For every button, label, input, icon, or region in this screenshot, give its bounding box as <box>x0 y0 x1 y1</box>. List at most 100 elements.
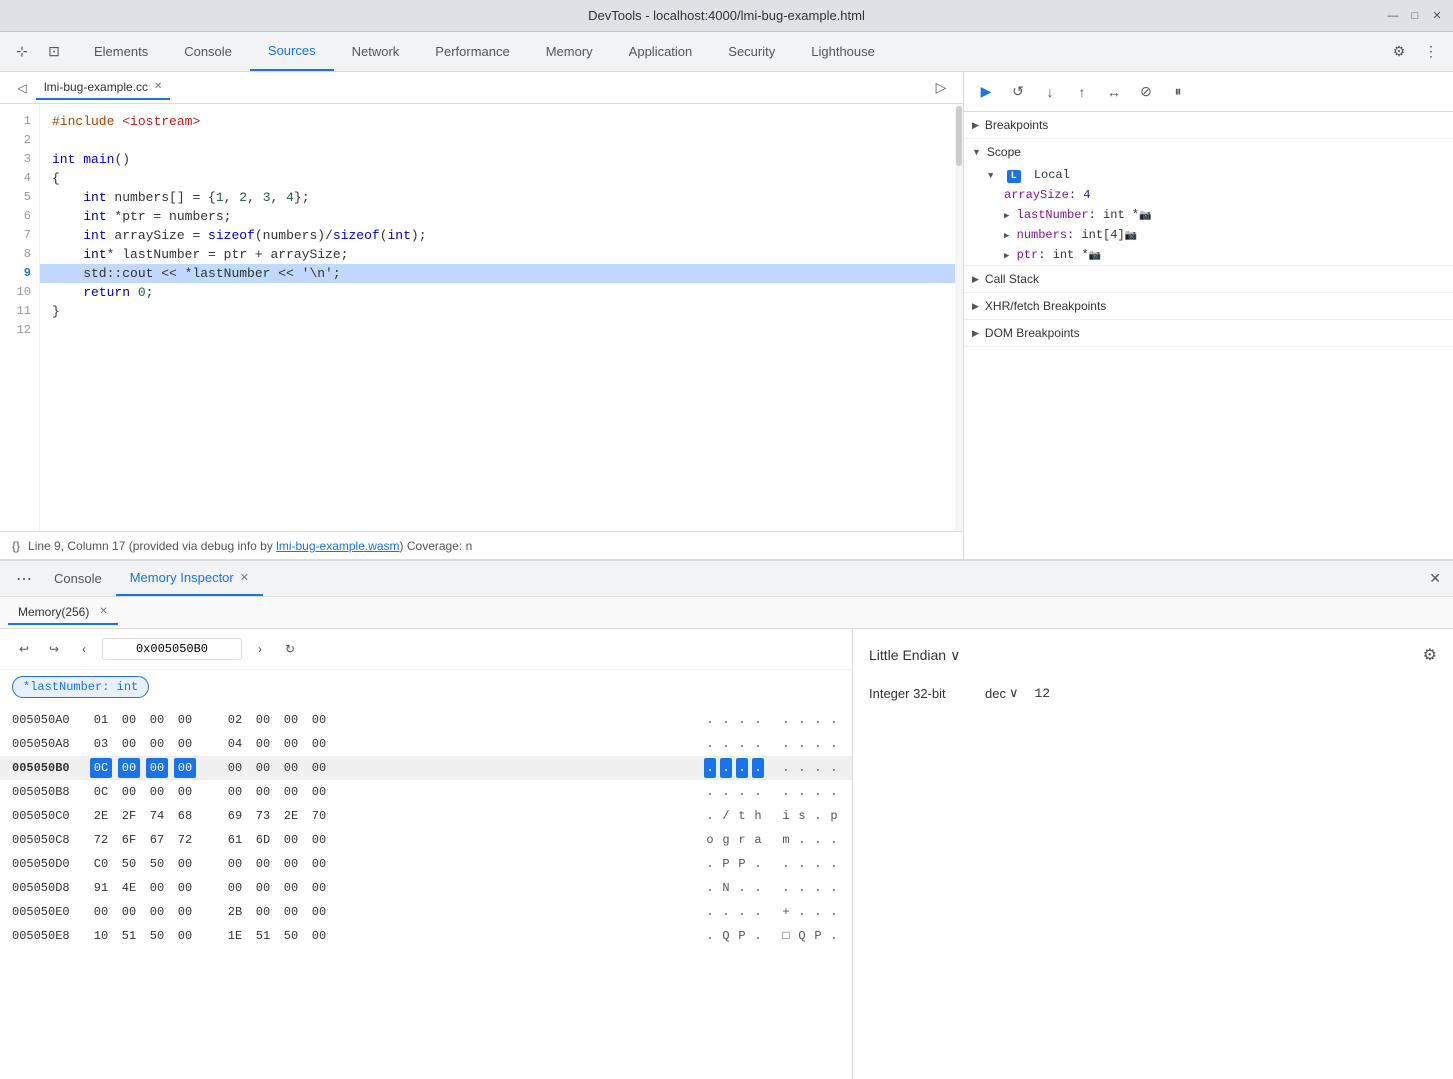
file-tab-name: lmi-bug-example.cc <box>44 80 148 94</box>
status-bar: {} Line 9, Column 17 (provided via debug… <box>0 531 963 559</box>
devtools-container: ⊹ ⊡ Elements Console Sources Network Per… <box>0 32 1453 1079</box>
deactivate-button[interactable]: ⊘ <box>1132 78 1160 106</box>
more-options-icon[interactable]: ⋮ <box>1417 38 1445 66</box>
callstack-triangle: ▶ <box>972 274 979 285</box>
bottom-panel: ⋯ Console Memory Inspector ✕ ✕ Memory(25… <box>0 559 1453 1079</box>
tab-lighthouse[interactable]: Lighthouse <box>793 32 893 71</box>
step-into-button[interactable]: ↓ <box>1036 78 1064 106</box>
dom-header[interactable]: ▶ DOM Breakpoints <box>964 320 1453 346</box>
mem-chars-c8: o g r a m . . . <box>692 830 852 850</box>
close-button[interactable]: ✕ <box>1429 8 1445 24</box>
mem-badge-container: *lastNumber: int <box>0 670 852 704</box>
mobile-icon[interactable]: ⊡ <box>40 38 68 66</box>
mem-addr-c0: 005050C0 <box>0 806 90 826</box>
tab-network[interactable]: Network <box>334 32 418 71</box>
mem-prev-button[interactable]: ‹ <box>72 637 96 661</box>
settings-icon[interactable]: ⚙ <box>1385 38 1413 66</box>
memory-tab-close[interactable]: ✕ <box>99 606 107 617</box>
code-line-9: std::cout << *lastNumber << '\n'; <box>40 264 955 283</box>
file-tab-close[interactable]: ✕ <box>154 81 162 92</box>
cursor-icon[interactable]: ⊹ <box>8 38 36 66</box>
memory-settings-icon[interactable]: ⚙ <box>1423 645 1437 665</box>
mem-next-button[interactable]: › <box>248 637 272 661</box>
code-line-3: int main() <box>40 150 955 169</box>
mem-back-button[interactable]: ↩ <box>12 637 36 661</box>
status-text: Line 9, Column 17 (provided via debug in… <box>28 539 472 553</box>
tab-memory[interactable]: Memory <box>528 32 611 71</box>
editor-scrollbar[interactable] <box>955 104 963 531</box>
scope-header[interactable]: ▼ Scope <box>964 139 1453 165</box>
breakpoints-header[interactable]: ▶ Breakpoints <box>964 112 1453 138</box>
mem-forward-button[interactable]: ↪ <box>42 637 66 661</box>
code-line-10: return 0; <box>40 283 955 302</box>
mem-chars-d8: . N . . . . . . <box>692 878 852 898</box>
scope-local-header[interactable]: ▼ L Local <box>964 165 1453 185</box>
scope-item-arraysize[interactable]: arraySize: 4 <box>964 185 1453 205</box>
code-editor: 1 2 3 4 5 6 7 8 9 10 11 12 <box>0 104 963 531</box>
xhr-header[interactable]: ▶ XHR/fetch Breakpoints <box>964 293 1453 319</box>
file-tabs: ◁ lmi-bug-example.cc ✕ ▷ <box>0 72 963 104</box>
arraysize-value: 4 <box>1083 188 1090 202</box>
mem-row-b0: 005050B0 0C 00 00 00 00 00 00 00 <box>0 756 852 780</box>
step-out-button[interactable]: ↑ <box>1068 78 1096 106</box>
format-icon[interactable]: {} <box>12 539 20 553</box>
xhr-triangle: ▶ <box>972 301 979 312</box>
memory-inspector-close[interactable]: ✕ <box>240 571 249 584</box>
mem-bytes-b0: 0C 00 00 00 00 00 00 00 <box>90 758 692 778</box>
mem-row-d0: 005050D0 C0 50 50 00 00 00 00 00 <box>0 852 852 876</box>
memory-content: ↩ ↪ ‹ › ↻ *lastNumber: int <box>0 629 1453 1079</box>
mem-row-c8: 005050C8 72 6F 67 72 61 6D 00 00 <box>0 828 852 852</box>
editor-scroll-thumb[interactable] <box>956 106 962 166</box>
mem-addr-e8: 005050E8 <box>0 926 90 946</box>
memory-tab-256[interactable]: Memory(256) ✕ <box>8 601 118 625</box>
mem-addr-a8: 005050A8 <box>0 734 90 754</box>
maximize-button[interactable]: □ <box>1407 8 1423 24</box>
mem-addr-c8: 005050C8 <box>0 830 90 850</box>
mem-addr-d8: 005050D8 <box>0 878 90 898</box>
right-panel-content: ▶ Breakpoints ▼ Scope ▼ <box>964 112 1453 559</box>
bottom-panel-menu[interactable]: ⋯ <box>8 565 40 593</box>
mem-bytes-d0: C0 50 50 00 00 00 00 00 <box>90 854 692 874</box>
resume-button[interactable]: ▶ <box>972 78 1000 106</box>
scope-item-lastnumber[interactable]: ▶ lastNumber: int *📷 <box>964 205 1453 225</box>
minimize-button[interactable]: — <box>1385 8 1401 24</box>
mem-chars-a8: . . . . . . . . <box>692 734 852 754</box>
tab-application[interactable]: Application <box>611 32 711 71</box>
mem-address-input[interactable] <box>102 638 242 660</box>
int32-row: Integer 32-bit dec ∨ 12 <box>869 681 1437 705</box>
scope-item-numbers[interactable]: ▶ numbers: int[4]📷 <box>964 225 1453 245</box>
tab-sources[interactable]: Sources <box>250 32 334 71</box>
int32-format-dropdown[interactable]: dec ∨ <box>985 685 1018 701</box>
tab-performance[interactable]: Performance <box>417 32 527 71</box>
mem-chars-b0: . . . . . . . . <box>692 758 852 778</box>
endian-dropdown[interactable]: Little Endian ∨ <box>869 647 960 664</box>
mem-addr-b8: 005050B8 <box>0 782 90 802</box>
mem-addr-d0: 005050D0 <box>0 854 90 874</box>
wasm-link[interactable]: lmi-bug-example.wasm <box>276 539 399 553</box>
run-snippet-icon[interactable]: ▷ <box>927 74 955 102</box>
mem-bytes-d8: 91 4E 00 00 00 00 00 00 <box>90 878 692 898</box>
tab-memory-inspector[interactable]: Memory Inspector ✕ <box>116 561 263 596</box>
tab-security[interactable]: Security <box>710 32 793 71</box>
local-badge: L <box>1007 170 1021 183</box>
toggle-sidebar-icon[interactable]: ◁ <box>8 74 36 102</box>
tab-elements[interactable]: Elements <box>76 32 166 71</box>
callstack-header[interactable]: ▶ Call Stack <box>964 266 1453 292</box>
code-line-4: { <box>40 169 955 188</box>
file-tab-lmi[interactable]: lmi-bug-example.cc ✕ <box>36 76 170 100</box>
step-button[interactable]: ↔ <box>1100 78 1128 106</box>
scope-section: ▼ Scope ▼ L Local ar <box>964 139 1453 266</box>
xhr-label: XHR/fetch Breakpoints <box>985 299 1106 313</box>
tab-console-bottom[interactable]: Console <box>40 561 116 596</box>
mem-refresh-button[interactable]: ↻ <box>278 637 302 661</box>
scope-triangle: ▼ <box>972 147 981 157</box>
step-over-button[interactable]: ↺ <box>1004 78 1032 106</box>
tab-console[interactable]: Console <box>166 32 250 71</box>
debug-toolbar: ▶ ↺ ↓ ↑ ↔ ⊘ ⏸ <box>964 72 1453 112</box>
mem-row-c0: 005050C0 2E 2F 74 68 69 73 2E 70 <box>0 804 852 828</box>
pause-button[interactable]: ⏸ <box>1164 78 1192 106</box>
arraysize-name: arraySize <box>1004 188 1069 202</box>
scope-item-ptr[interactable]: ▶ ptr: int *📷 <box>964 245 1453 265</box>
title-bar: DevTools - localhost:4000/lmi-bug-exampl… <box>0 0 1453 32</box>
bottom-panel-close[interactable]: ✕ <box>1425 566 1445 591</box>
